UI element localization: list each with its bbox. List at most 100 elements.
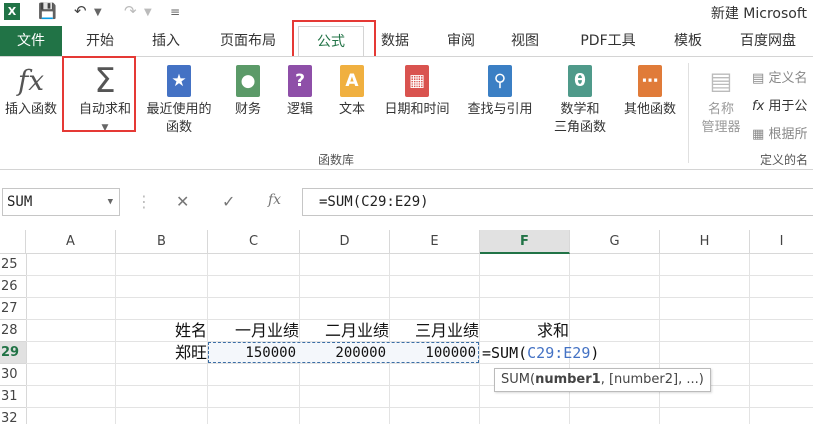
text-a-book-icon: A [340, 65, 364, 97]
use-in-formula-button[interactable]: fx 用于公 [752, 95, 807, 114]
cell-c29[interactable]: 150000 [208, 342, 296, 364]
ribbon-separator [688, 63, 689, 163]
define-name-label: 定义名 [768, 71, 808, 86]
lookup-reference-button[interactable]: ⚲ 查找与引用 [460, 65, 540, 119]
row-header-32[interactable]: 32 [0, 408, 26, 426]
formula-suffix: ) [590, 344, 600, 362]
financial-label: 财务 [234, 102, 261, 117]
star-book-icon: ★ [167, 65, 191, 97]
column-header-g[interactable]: G [570, 230, 660, 254]
insert-function-icon[interactable]: fx [268, 192, 281, 208]
math-trig-button[interactable]: θ 数学和 三角函数 [540, 65, 620, 137]
grid-icon: ▦ [752, 127, 765, 142]
formula-prefix: =SUM( [482, 344, 528, 362]
name-manager-label-1: 名称 [707, 102, 734, 117]
enter-check-icon[interactable]: ✓ [222, 192, 235, 211]
more-functions-button[interactable]: ⋯ 其他函数 [618, 65, 682, 119]
tab-review[interactable]: 审阅 [436, 26, 486, 56]
cell-e28[interactable]: 三月业绩 [390, 320, 479, 342]
customize-quick-access-icon[interactable]: ≡ [170, 5, 180, 19]
text-label: 文本 [338, 102, 365, 117]
use-in-formula-label: 用于公 [768, 99, 808, 114]
excel-logo-icon: X [4, 3, 20, 20]
tab-view[interactable]: 视图 [500, 26, 550, 56]
column-header-f[interactable]: F [480, 230, 570, 254]
financial-button[interactable]: ● 财务 [222, 65, 274, 119]
row-header-border [26, 254, 27, 424]
gridline-v [749, 254, 750, 424]
cell-d28[interactable]: 二月业绩 [300, 320, 389, 342]
column-header-h[interactable]: H [660, 230, 750, 254]
undo-icon[interactable]: ↶ [74, 2, 87, 20]
worksheet-grid[interactable]: A B C D E F G H I 25 26 27 28 29 30 31 3… [0, 230, 813, 426]
defined-names-group-label: 定义的名 [760, 153, 809, 167]
lookup-reference-label: 查找与引用 [467, 102, 533, 117]
cell-e29[interactable]: 100000 [390, 342, 476, 364]
name-box-dropdown-icon[interactable]: ▼ [108, 189, 113, 215]
autosum-highlight [62, 56, 136, 132]
date-time-button[interactable]: ▦ 日期和时间 [376, 65, 458, 119]
formula-bar: SUM ▼ ⋮ ✕ ✓ fx =SUM(C29:E29) [0, 186, 813, 220]
cell-b28[interactable]: 姓名 [116, 320, 207, 342]
theta-book-icon: θ [568, 65, 592, 97]
create-from-selection-label: 根据所 [768, 127, 808, 142]
gridline-h [26, 275, 813, 276]
tab-data[interactable]: 数据 [370, 26, 420, 56]
row-header-29[interactable]: 29 [0, 342, 26, 364]
name-manager-button[interactable]: ▤ 名称 管理器 [694, 65, 748, 137]
gridline-h [26, 407, 813, 408]
column-header-d[interactable]: D [300, 230, 390, 254]
cell-f28[interactable]: 求和 [480, 320, 569, 342]
define-name-button[interactable]: ▤ 定义名 [752, 67, 807, 86]
column-header-a[interactable]: A [26, 230, 116, 254]
column-header-e[interactable]: E [390, 230, 480, 254]
math-trig-label-2: 三角函数 [553, 120, 606, 135]
tab-templates[interactable]: 模板 [660, 26, 716, 56]
cancel-icon[interactable]: ✕ [176, 192, 189, 211]
row-header-26[interactable]: 26 [0, 276, 26, 298]
column-header-c[interactable]: C [208, 230, 300, 254]
tooltip-arg-current: number1 [535, 372, 601, 387]
formulas-tab-highlight [292, 20, 376, 60]
function-argument-tooltip[interactable]: SUM(number1, [number2], ...) [494, 368, 711, 392]
column-header-b[interactable]: B [116, 230, 208, 254]
formula-input[interactable]: =SUM(C29:E29) [302, 188, 813, 216]
gridline-v [569, 254, 570, 424]
tab-baidu-netdisk[interactable]: 百度网盘 [730, 26, 806, 56]
row-header-28[interactable]: 28 [0, 320, 26, 342]
create-from-selection-button[interactable]: ▦ 根据所 [752, 123, 807, 142]
logical-button[interactable]: ? 逻辑 [278, 65, 322, 119]
tab-page-layout[interactable]: 页面布局 [206, 26, 290, 56]
name-box[interactable]: SUM ▼ [2, 188, 120, 216]
row-header-27[interactable]: 27 [0, 298, 26, 320]
logical-label: 逻辑 [286, 102, 313, 117]
formula-bar-splitter-icon[interactable]: ⋮ [136, 192, 152, 211]
tooltip-arg-rest: , [number2], ...) [600, 372, 704, 387]
save-icon[interactable]: 💾 [38, 2, 57, 20]
cell-d29[interactable]: 200000 [300, 342, 386, 364]
recently-used-label-1: 最近使用的 [146, 102, 212, 117]
recently-used-button[interactable]: ★ 最近使用的 函数 [140, 65, 218, 137]
tab-file[interactable]: 文件 [0, 26, 62, 56]
magnifier-book-icon: ⚲ [488, 65, 512, 97]
title-bar: X 💾 ↶ ▼ ↷ ▼ ≡ 新建 Microsoft [0, 0, 813, 26]
redo-dropdown-icon[interactable]: ▼ [144, 7, 152, 18]
row-header-25[interactable]: 25 [0, 254, 26, 276]
cell-f29-editing[interactable]: =SUM(C29:E29) [482, 342, 599, 364]
cell-c28[interactable]: 一月业绩 [208, 320, 299, 342]
insert-function-button[interactable]: fx 插入函数 [0, 65, 62, 119]
question-book-icon: ? [288, 65, 312, 97]
tab-home[interactable]: 开始 [72, 26, 128, 56]
tab-insert[interactable]: 插入 [138, 26, 194, 56]
math-trig-label-1: 数学和 [560, 102, 600, 117]
select-all-corner[interactable] [0, 230, 26, 254]
cell-b29[interactable]: 郑旺 [116, 342, 207, 364]
undo-dropdown-icon[interactable]: ▼ [94, 7, 102, 18]
row-header-30[interactable]: 30 [0, 364, 26, 386]
tab-pdf-tools[interactable]: PDF工具 [570, 26, 646, 56]
redo-icon[interactable]: ↷ [124, 2, 137, 20]
text-button[interactable]: A 文本 [330, 65, 374, 119]
function-library-group-label: 函数库 [318, 153, 355, 167]
row-header-31[interactable]: 31 [0, 386, 26, 408]
column-header-i[interactable]: I [750, 230, 813, 254]
